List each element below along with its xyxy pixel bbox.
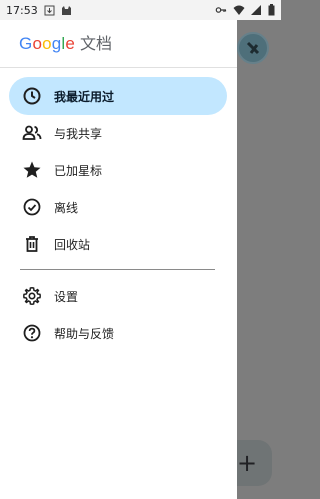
people-icon [21, 122, 43, 144]
wordmark-letter: g [51, 34, 62, 53]
trash-icon [21, 233, 43, 255]
wifi-icon [233, 4, 245, 19]
product-name: 文档 [80, 36, 113, 53]
nav-item-starred[interactable]: 已加星标 [9, 151, 227, 189]
nav-item-offline[interactable]: 离线 [9, 188, 227, 226]
nav-item-label: 帮助与反馈 [54, 326, 115, 341]
google-wordmark: Google [19, 34, 75, 54]
nav-item-label: 离线 [54, 200, 79, 215]
section-divider [20, 269, 215, 270]
header-divider [0, 67, 237, 68]
nav-item-label: 与我共享 [54, 126, 103, 141]
navigation-drawer: Google 文档 我最近用过 与我共享 已加星标 离线 回收站 设置 帮助与反… [0, 20, 237, 499]
wordmark-letter: e [65, 34, 76, 53]
nav-item-shared[interactable]: 与我共享 [9, 114, 227, 152]
battery-icon [268, 4, 275, 19]
google-docs-logo: Google 文档 [19, 30, 112, 54]
offline-check-icon [21, 196, 43, 218]
status-time: 17:53 [6, 3, 38, 17]
add-icon: + [236, 449, 258, 477]
wordmark-letter: o [32, 34, 43, 53]
wordmark-letter: G [19, 34, 33, 53]
wordmark-letter: o [42, 34, 52, 53]
nav-item-recent[interactable]: 我最近用过 [9, 77, 227, 115]
account-avatar [237, 32, 269, 64]
nav-item-label: 我最近用过 [54, 89, 115, 104]
nav-item-label: 设置 [54, 289, 79, 304]
nav-item-label: 回收站 [54, 237, 91, 252]
notification-download-icon [44, 5, 55, 16]
gear-icon [21, 285, 43, 307]
clock-icon [21, 85, 43, 107]
star-icon [21, 159, 43, 181]
status-bar: 17:53 [0, 0, 281, 20]
nav-item-trash[interactable]: 回收站 [9, 225, 227, 263]
nav-item-settings[interactable]: 设置 [9, 277, 227, 315]
nav-item-help[interactable]: 帮助与反馈 [9, 314, 227, 352]
signal-icon [251, 4, 262, 19]
vpn-key-icon [215, 4, 227, 19]
nav-item-label: 已加星标 [54, 163, 103, 178]
notification-cat-icon [61, 5, 72, 16]
help-icon [21, 322, 43, 344]
